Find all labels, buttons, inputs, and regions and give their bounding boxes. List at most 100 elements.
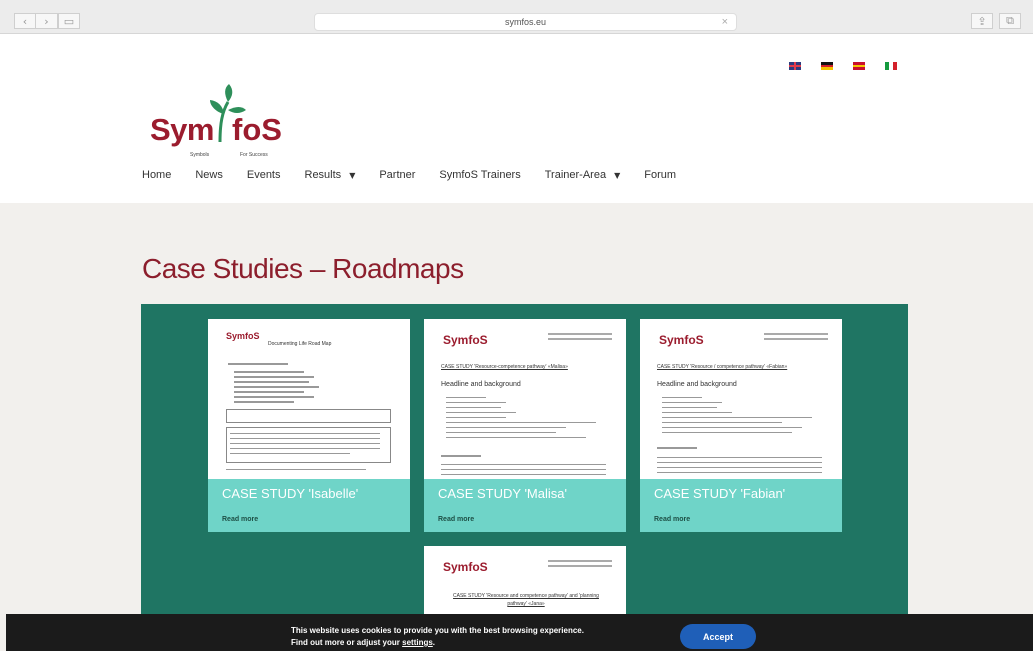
doc-header-meta <box>548 560 612 570</box>
cookie-settings-link[interactable]: settings <box>402 638 433 647</box>
doc-heading: Headline and background <box>657 381 737 388</box>
doc-line <box>230 443 380 444</box>
doc-line <box>234 391 304 393</box>
cookie-line-2: Find out more or adjust your settings. <box>291 637 584 649</box>
cookie-banner: This website uses cookies to provide you… <box>6 614 1033 651</box>
case-study-grid: SymfoS Documenting Life Road Map CASE ST… <box>141 304 908 651</box>
doc-header-meta <box>548 333 612 343</box>
doc-heading: Documenting Life Road Map <box>268 341 332 347</box>
doc-line <box>662 422 782 423</box>
case-study-title[interactable]: CASE STUDY 'Isabelle' <box>222 486 358 501</box>
language-switcher <box>789 62 897 71</box>
chevron-down-icon: ▼ <box>349 170 356 180</box>
flag-es-icon[interactable] <box>853 62 865 71</box>
doc-line <box>662 417 812 418</box>
sidebar-toggle-icon[interactable]: ▭ <box>58 13 80 29</box>
doc-line <box>441 474 606 475</box>
doc-line <box>234 401 294 403</box>
doc-logo-icon: SymfoS <box>659 333 704 347</box>
card-info: CASE STUDY 'Fabian' Read more <box>640 479 842 532</box>
doc-line <box>230 433 380 434</box>
back-icon[interactable]: ‹ <box>14 13 36 29</box>
case-study-card[interactable]: SymfoS Documenting Life Road Map CASE ST… <box>208 319 410 532</box>
doc-line <box>446 407 501 408</box>
doc-line <box>446 397 486 398</box>
doc-header-meta <box>764 333 828 343</box>
doc-line <box>230 448 380 449</box>
main-content: Case Studies – Roadmaps SymfoS Documenti… <box>0 203 1033 651</box>
logo-subtext-success: For Success <box>240 152 268 158</box>
doc-logo-icon: SymfoS <box>226 331 260 341</box>
doc-logo-icon: SymfoS <box>443 333 488 347</box>
flag-de-icon[interactable] <box>821 62 833 71</box>
doc-line <box>446 412 516 413</box>
browser-chrome: ‹ › ▭ symfos.eu × ⇪ ⧉ <box>0 0 1033 34</box>
site-logo[interactable]: Sym foS Symbols For Success <box>148 84 293 164</box>
document-thumbnail: SymfoS CASE STUDY 'Resource-competence p… <box>424 319 626 479</box>
document-thumbnail: SymfoS Documenting Life Road Map <box>208 319 410 479</box>
case-study-card[interactable]: SymfoS CASE STUDY 'Resource / competence… <box>640 319 842 532</box>
cookie-message: This website uses cookies to provide you… <box>291 625 584 649</box>
menu-item-home[interactable]: Home <box>142 169 171 181</box>
doc-line <box>657 447 697 449</box>
menu-item-results[interactable]: Results ▼ <box>305 169 356 181</box>
menu-label: Partner <box>379 169 416 181</box>
doc-line <box>446 427 566 428</box>
doc-line <box>234 376 314 378</box>
doc-line <box>446 422 596 423</box>
url-text: symfos.eu <box>504 17 546 27</box>
tabs-icon[interactable]: ⧉ <box>999 13 1021 29</box>
case-study-title[interactable]: CASE STUDY 'Fabian' <box>654 486 785 501</box>
doc-subtitle: CASE STUDY 'Resource and competence path… <box>453 593 599 607</box>
doc-line <box>446 402 506 403</box>
address-bar[interactable]: symfos.eu × <box>314 13 737 31</box>
doc-line <box>234 381 309 383</box>
card-info: CASE STUDY 'Malisa' Read more <box>424 479 626 532</box>
read-more-link[interactable]: Read more <box>654 516 690 523</box>
accept-cookies-button[interactable]: Accept <box>680 624 756 649</box>
doc-logo-icon: SymfoS <box>443 560 488 574</box>
document-thumbnail: SymfoS CASE STUDY 'Resource / competence… <box>640 319 842 479</box>
doc-line <box>657 467 822 468</box>
read-more-link[interactable]: Read more <box>438 516 474 523</box>
close-icon[interactable]: × <box>722 16 728 28</box>
logo-subtext-symbols: Symbols <box>190 152 210 158</box>
case-study-title[interactable]: CASE STUDY 'Malisa' <box>438 486 567 501</box>
doc-box <box>226 409 391 423</box>
doc-line <box>234 386 319 388</box>
share-icon[interactable]: ⇪ <box>971 13 993 29</box>
cookie-line-2-prefix: Find out more or adjust your <box>291 638 403 647</box>
flag-it-icon[interactable] <box>885 62 897 70</box>
menu-item-symfos-trainers[interactable]: SymfoS Trainers <box>439 169 520 181</box>
menu-label: Forum <box>644 169 677 181</box>
doc-line <box>662 432 792 433</box>
card-info: CASE STUDY 'Isabelle' Read more <box>208 479 410 532</box>
menu-label: News <box>195 169 223 181</box>
menu-label: Home <box>142 169 172 181</box>
menu-item-partner[interactable]: Partner <box>379 169 415 181</box>
case-study-card[interactable]: SymfoS CASE STUDY 'Resource-competence p… <box>424 319 626 532</box>
doc-line <box>662 427 802 428</box>
doc-line <box>657 472 822 473</box>
doc-line <box>234 371 304 373</box>
doc-line <box>441 464 606 465</box>
doc-line <box>226 469 366 470</box>
forward-icon[interactable]: › <box>36 13 58 29</box>
menu-item-events[interactable]: Events <box>247 169 281 181</box>
menu-item-trainer-area[interactable]: Trainer-Area ▼ <box>545 169 621 181</box>
menu-label: Trainer-Area <box>544 169 607 181</box>
menu-item-news[interactable]: News <box>195 169 223 181</box>
doc-line <box>446 417 506 418</box>
doc-heading: Headline and background <box>441 381 521 388</box>
menu-item-forum[interactable]: Forum <box>644 169 676 181</box>
doc-line <box>662 402 722 403</box>
read-more-link[interactable]: Read more <box>222 516 258 523</box>
flag-uk-icon[interactable] <box>789 62 801 70</box>
chevron-down-icon: ▼ <box>614 170 621 180</box>
cookie-line-2-suffix: . <box>432 638 436 647</box>
doc-line <box>657 462 822 463</box>
history-nav: ‹ › <box>14 13 58 29</box>
menu-label: Results <box>304 169 342 181</box>
cookie-line-1: This website uses cookies to provide you… <box>291 626 584 635</box>
site-header: Sym foS Symbols For Success Home News Ev… <box>0 34 1033 203</box>
